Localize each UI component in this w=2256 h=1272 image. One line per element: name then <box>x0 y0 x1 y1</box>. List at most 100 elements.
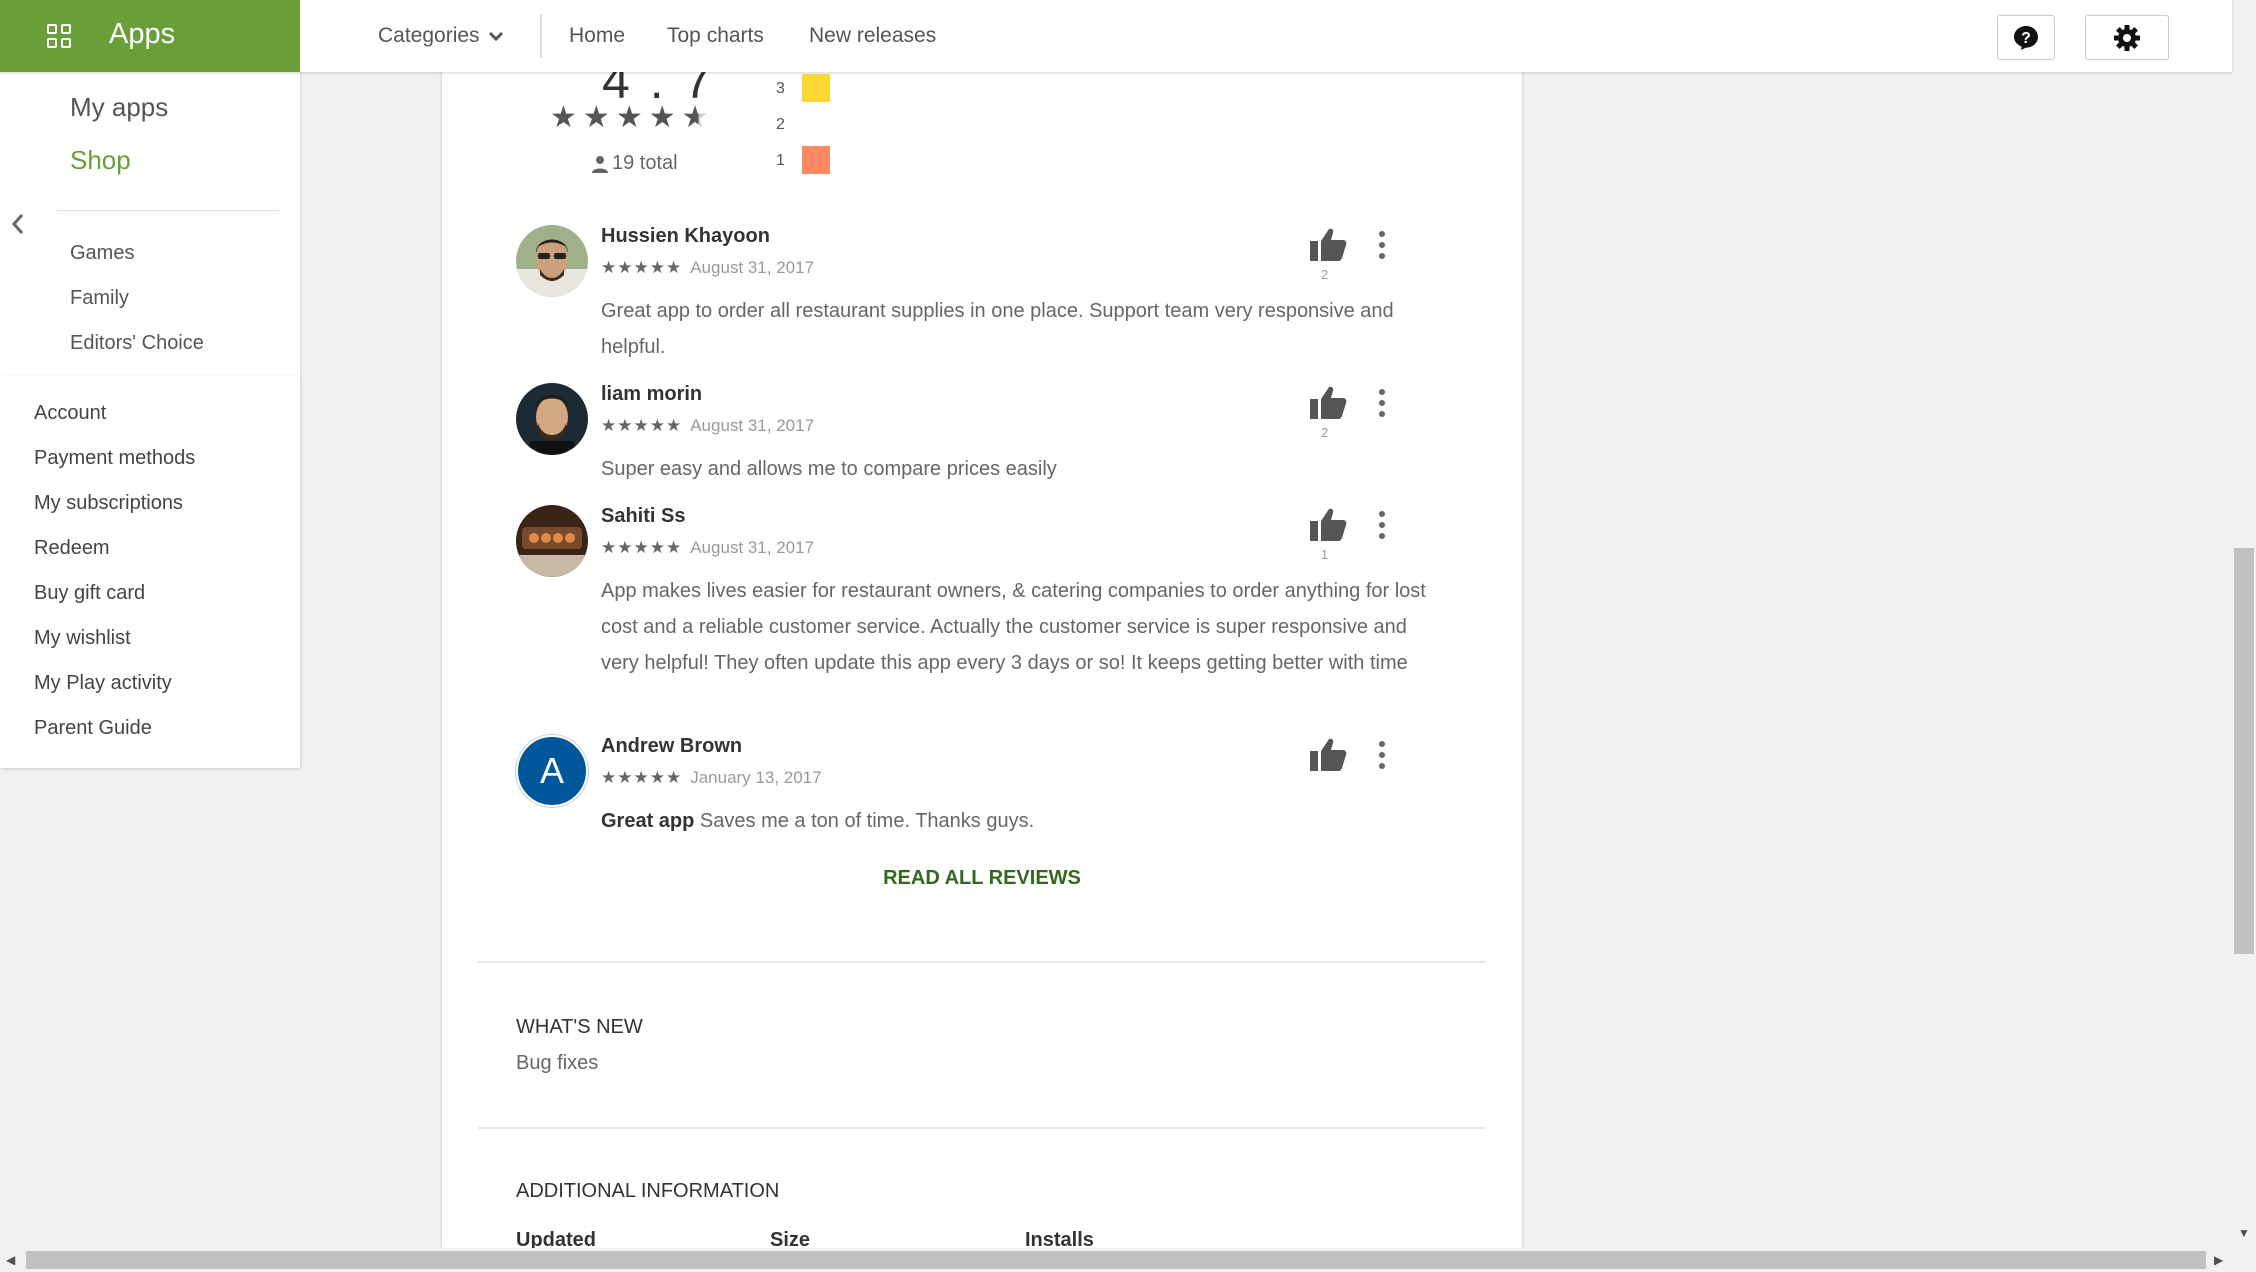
sidebar-nav: My apps Shop Games Family Editors' Choic… <box>0 72 300 376</box>
menu-buy-gift-card[interactable]: Buy gift card <box>34 582 145 605</box>
star-half-icon: ★ <box>681 101 715 134</box>
review-stars: ★★★★★ <box>601 538 683 557</box>
review-meta: ★★★★★ August 31, 2017 <box>601 538 814 558</box>
review-meta: ★★★★★ August 31, 2017 <box>601 416 814 436</box>
avatar-initial: A <box>539 750 564 791</box>
gear-icon <box>2114 24 2140 51</box>
rating-stars: ★ ★ ★ ★ ★ <box>550 100 715 135</box>
more-options-icon[interactable] <box>1378 389 1386 417</box>
more-options-icon[interactable] <box>1378 231 1386 259</box>
avatar[interactable] <box>516 505 588 577</box>
menu-my-subscriptions[interactable]: My subscriptions <box>34 492 183 515</box>
info-label-installs: Installs <box>1025 1229 1094 1248</box>
help-button[interactable]: ? <box>1997 15 2055 60</box>
sidebar-item-family[interactable]: Family <box>70 287 129 310</box>
apps-title[interactable]: Apps <box>109 18 175 51</box>
categories-label: Categories <box>378 24 480 47</box>
helpful-count: 1 <box>1321 547 1329 562</box>
menu-redeem[interactable]: Redeem <box>34 537 110 560</box>
review-stars: ★★★★★ <box>601 768 683 787</box>
whats-new-heading: WHAT'S NEW <box>516 1016 643 1038</box>
helpful-count: 2 <box>1321 267 1329 282</box>
help-icon: ? <box>2014 25 2038 50</box>
star-icon: ★ <box>615 101 649 134</box>
thumbs-up-icon[interactable] <box>1308 737 1348 773</box>
nav-new-releases[interactable]: New releases <box>809 24 936 48</box>
review-title: Great app <box>601 810 695 832</box>
star-icon: ★ <box>582 101 616 134</box>
svg-text:?: ? <box>2021 30 2031 47</box>
avatar[interactable] <box>516 383 588 455</box>
histogram-bar-1 <box>802 146 830 174</box>
review-meta: ★★★★★ August 31, 2017 <box>601 258 814 278</box>
review-text: Saves me a ton of time. Thanks guys. <box>699 810 1035 832</box>
histogram-label-2: 2 <box>776 116 785 133</box>
nav-home[interactable]: Home <box>569 24 625 48</box>
histogram-bar-3 <box>802 74 830 102</box>
review-text: App makes lives easier for restaurant ow… <box>601 580 1426 674</box>
avatar[interactable]: A <box>516 735 588 807</box>
menu-my-play-activity[interactable]: My Play activity <box>34 672 172 695</box>
info-label-updated: Updated <box>516 1229 596 1248</box>
histogram-label-1: 1 <box>776 152 785 169</box>
review-date: August 31, 2017 <box>690 538 815 557</box>
additional-info-heading: ADDITIONAL INFORMATION <box>516 1180 780 1202</box>
star-icon: ★ <box>550 101 583 134</box>
menu-account[interactable]: Account <box>34 402 106 425</box>
chevron-left-icon[interactable] <box>8 212 28 236</box>
thumbs-up-icon[interactable] <box>1308 507 1348 543</box>
section-divider <box>478 961 1486 963</box>
sidebar-my-apps[interactable]: My apps <box>70 92 168 123</box>
reviewer-name[interactable]: Hussien Khayoon <box>601 225 770 248</box>
settings-button[interactable] <box>2085 15 2169 60</box>
review-stars: ★★★★★ <box>601 416 683 435</box>
rating-total-label: 19 total <box>612 152 678 174</box>
review-meta: ★★★★★ January 13, 2017 <box>601 768 822 788</box>
review-date: August 31, 2017 <box>690 416 815 435</box>
review-stars: ★★★★★ <box>601 258 683 277</box>
section-divider <box>478 1127 1486 1129</box>
more-options-icon[interactable] <box>1378 741 1386 769</box>
sidebar-shop[interactable]: Shop <box>70 145 131 176</box>
reviewer-name[interactable]: Andrew Brown <box>601 735 742 758</box>
more-options-icon[interactable] <box>1378 511 1386 539</box>
whats-new-text: Bug fixes <box>516 1052 599 1074</box>
helpful-count: 2 <box>1321 425 1329 440</box>
vertical-scrollbar-thumb[interactable] <box>2234 548 2254 954</box>
info-label-size: Size <box>770 1229 811 1248</box>
person-icon <box>592 155 608 173</box>
categories-dropdown[interactable]: Categories <box>378 24 504 48</box>
review-date: January 13, 2017 <box>690 768 822 787</box>
menu-parent-guide[interactable]: Parent Guide <box>34 717 152 740</box>
sidebar-item-editors-choice[interactable]: Editors' Choice <box>70 332 204 355</box>
sidebar-divider <box>57 210 279 211</box>
rating-total: 19 total <box>592 152 678 175</box>
account-menu: Account Payment methods My subscriptions… <box>0 376 300 768</box>
review-date: August 31, 2017 <box>690 258 815 277</box>
scroll-left-arrow-icon[interactable]: ◀ <box>6 1253 15 1267</box>
review-text: Great app to order all restaurant suppli… <box>601 300 1394 358</box>
horizontal-scrollbar-thumb[interactable] <box>26 1251 2206 1269</box>
review-body: Great app Saves me a ton of time. Thanks… <box>601 803 1441 839</box>
review-text: Super easy and allows me to compare pric… <box>601 458 1057 480</box>
scroll-right-arrow-icon[interactable]: ▶ <box>2214 1253 2223 1267</box>
sidebar-item-games[interactable]: Games <box>70 242 134 265</box>
reviewer-name[interactable]: liam morin <box>601 383 702 406</box>
chevron-down-icon <box>488 31 503 42</box>
scroll-down-arrow-icon[interactable]: ▼ <box>2238 1226 2250 1240</box>
star-icon: ★ <box>648 101 682 134</box>
reviewer-name[interactable]: Sahiti Ss <box>601 505 685 528</box>
thumbs-up-icon[interactable] <box>1308 227 1348 263</box>
app-details-card: 4.7 ★ ★ ★ ★ ★ 19 total 3 2 1 Hussien Kha… <box>442 72 1522 1248</box>
apps-header[interactable]: Apps <box>0 0 300 72</box>
avatar[interactable] <box>516 225 588 297</box>
thumbs-up-icon[interactable] <box>1308 385 1348 421</box>
nav-top-charts[interactable]: Top charts <box>667 24 764 48</box>
menu-payment-methods[interactable]: Payment methods <box>34 447 195 470</box>
top-bar: Apps Categories Home Top charts New rele… <box>0 0 2232 72</box>
histogram-label-3: 3 <box>776 80 785 97</box>
nav-divider <box>540 14 542 58</box>
menu-my-wishlist[interactable]: My wishlist <box>34 627 131 650</box>
apps-grid-icon[interactable] <box>47 24 72 49</box>
read-all-reviews-link[interactable]: READ ALL REVIEWS <box>442 867 1522 890</box>
